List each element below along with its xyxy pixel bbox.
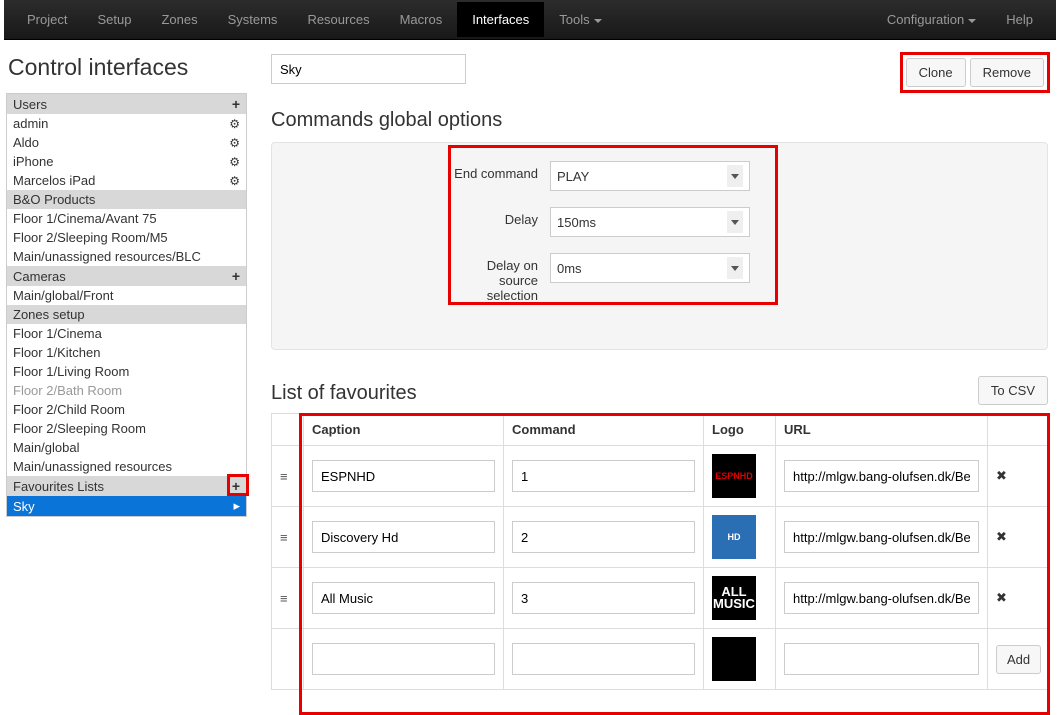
col-url: URL — [776, 414, 988, 446]
list-item[interactable]: Marcelos iPad⚙ — [7, 171, 246, 190]
group-cameras[interactable]: Cameras+ — [7, 266, 246, 286]
group-beo[interactable]: B&O Products — [7, 190, 246, 209]
list-item[interactable]: Floor 2/Child Room — [7, 400, 246, 419]
page-title: Control interfaces — [8, 54, 247, 81]
gear-icon[interactable]: ⚙ — [229, 155, 240, 169]
end-command-select[interactable]: PLAY — [550, 161, 750, 191]
sidebar: Control interfaces Users + admin⚙ Aldo⚙ … — [0, 40, 259, 702]
table-row-new: Add — [272, 629, 1048, 690]
plus-icon[interactable]: + — [232, 96, 240, 112]
caption-input[interactable] — [312, 521, 495, 553]
delay-source-select[interactable]: 0ms — [550, 253, 750, 283]
delay-label: Delay — [450, 207, 550, 227]
favourites-table: Caption Command Logo URL ≡ ESPNHD ✖ — [271, 413, 1048, 690]
nav-zones[interactable]: Zones — [146, 2, 212, 37]
logo-thumb[interactable] — [712, 637, 756, 681]
col-logo: Logo — [704, 414, 776, 446]
end-command-label: End command — [450, 161, 550, 181]
group-favourites[interactable]: Favourites Lists + — [7, 476, 246, 496]
command-input[interactable] — [512, 460, 695, 492]
add-button[interactable]: Add — [996, 645, 1041, 674]
logo-thumb[interactable]: ALLMUSIC — [712, 576, 756, 620]
list-item[interactable]: Floor 1/Cinema/Avant 75 — [7, 209, 246, 228]
caption-input[interactable] — [312, 460, 495, 492]
list-item[interactable]: Main/global — [7, 438, 246, 457]
nav-help[interactable]: Help — [991, 2, 1048, 37]
chevron-down-icon — [594, 19, 602, 23]
url-input[interactable] — [784, 582, 979, 614]
delay-source-label: Delay on source selection — [450, 253, 550, 303]
chevron-right-icon: ▸ — [233, 498, 240, 514]
table-row: ≡ HD ✖ — [272, 507, 1048, 568]
group-zones-setup[interactable]: Zones setup — [7, 305, 246, 324]
favourites-heading: List of favourites — [271, 382, 417, 405]
top-navbar: Project Setup Zones Systems Resources Ma… — [4, 0, 1056, 40]
command-input[interactable] — [512, 521, 695, 553]
chevron-down-icon — [727, 165, 743, 187]
nav-macros[interactable]: Macros — [385, 2, 458, 37]
gear-icon[interactable]: ⚙ — [229, 117, 240, 131]
nav-configuration[interactable]: Configuration — [872, 2, 991, 37]
logo-thumb[interactable]: HD — [712, 515, 756, 559]
nav-resources[interactable]: Resources — [292, 2, 384, 37]
drag-handle-icon[interactable]: ≡ — [272, 507, 304, 568]
group-users[interactable]: Users + — [7, 94, 246, 114]
url-input[interactable] — [784, 643, 979, 675]
table-row: ≡ ALLMUSIC ✖ — [272, 568, 1048, 629]
clone-button[interactable]: Clone — [906, 58, 966, 87]
command-input[interactable] — [512, 582, 695, 614]
delay-select[interactable]: 150ms — [550, 207, 750, 237]
list-item[interactable]: Main/unassigned resources/BLC — [7, 247, 246, 266]
list-item[interactable]: Floor 2/Bath Room — [7, 381, 246, 400]
commands-options-heading: Commands global options — [271, 109, 1048, 132]
delete-button[interactable]: ✖ — [988, 568, 1048, 629]
logo-thumb[interactable]: ESPNHD — [712, 454, 756, 498]
list-item[interactable]: admin⚙ — [7, 114, 246, 133]
plus-icon[interactable]: + — [232, 268, 240, 284]
table-row: ≡ ESPNHD ✖ — [272, 446, 1048, 507]
nav-tools[interactable]: Tools — [544, 2, 616, 37]
list-item[interactable]: Floor 2/Sleeping Room — [7, 419, 246, 438]
drag-handle-icon[interactable]: ≡ — [272, 568, 304, 629]
delete-button[interactable]: ✖ — [988, 507, 1048, 568]
gear-icon[interactable]: ⚙ — [229, 136, 240, 150]
command-input[interactable] — [512, 643, 695, 675]
nav-interfaces[interactable]: Interfaces — [457, 2, 544, 37]
remove-button[interactable]: Remove — [970, 58, 1044, 87]
drag-handle-icon[interactable]: ≡ — [272, 446, 304, 507]
caption-input[interactable] — [312, 643, 495, 675]
list-item-sky[interactable]: Sky ▸ — [7, 496, 246, 516]
to-csv-button[interactable]: To CSV — [978, 376, 1048, 405]
nav-setup[interactable]: Setup — [82, 2, 146, 37]
chevron-down-icon — [727, 257, 743, 279]
favourites-name-input[interactable] — [271, 54, 466, 84]
col-caption: Caption — [304, 414, 504, 446]
chevron-down-icon — [968, 19, 976, 23]
nav-project[interactable]: Project — [12, 2, 82, 37]
list-item[interactable]: Main/global/Front — [7, 286, 246, 305]
plus-icon[interactable]: + — [232, 478, 240, 494]
caption-input[interactable] — [312, 582, 495, 614]
list-item[interactable]: Floor 1/Cinema — [7, 324, 246, 343]
nav-systems[interactable]: Systems — [213, 2, 293, 37]
delete-button[interactable]: ✖ — [988, 446, 1048, 507]
gear-icon[interactable]: ⚙ — [229, 174, 240, 188]
main-content: Clone Remove Commands global options End… — [259, 40, 1060, 702]
col-command: Command — [504, 414, 704, 446]
list-item[interactable]: Main/unassigned resources — [7, 457, 246, 476]
sidebar-tree: Users + admin⚙ Aldo⚙ iPhone⚙ Marcelos iP… — [6, 93, 247, 517]
list-item[interactable]: Aldo⚙ — [7, 133, 246, 152]
chevron-down-icon — [727, 211, 743, 233]
url-input[interactable] — [784, 460, 979, 492]
list-item[interactable]: Floor 1/Living Room — [7, 362, 246, 381]
list-item[interactable]: Floor 2/Sleeping Room/M5 — [7, 228, 246, 247]
url-input[interactable] — [784, 521, 979, 553]
list-item[interactable]: iPhone⚙ — [7, 152, 246, 171]
list-item[interactable]: Floor 1/Kitchen — [7, 343, 246, 362]
